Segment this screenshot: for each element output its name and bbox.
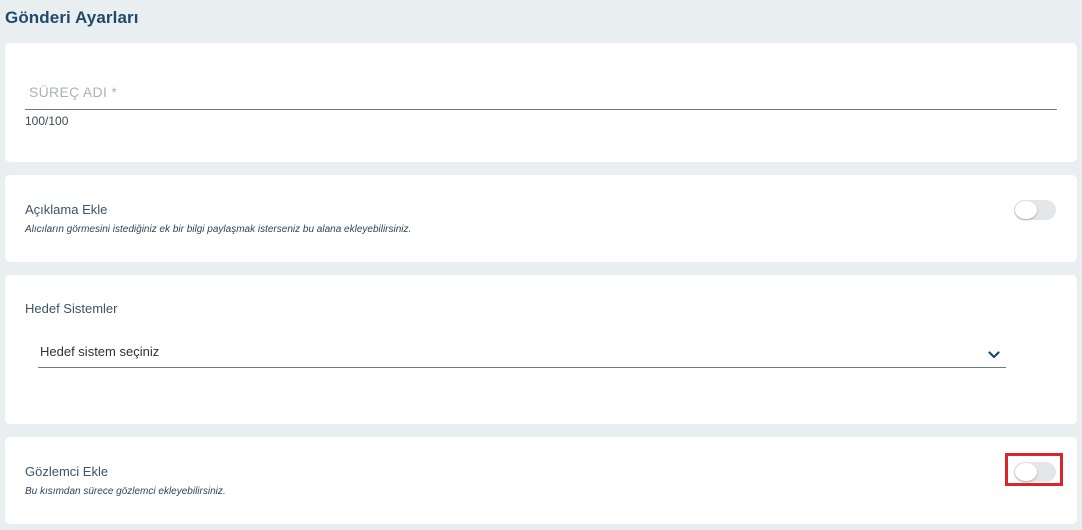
toggle-knob [1015,463,1037,481]
chevron-down-icon [988,351,1000,359]
description-label: Açıklama Ekle [25,202,108,217]
observer-help-text: Bu kısımdan sürece gözlemci ekleyebilirs… [25,486,226,497]
target-systems-card: Hedef Sistemler Hedef sistem seçiniz [5,275,1077,424]
process-name-input[interactable] [25,76,1061,108]
observer-label: Gözlemci Ekle [25,464,109,479]
observer-toggle[interactable] [1014,462,1056,482]
description-card: Açıklama Ekle Alıcıların görmesini isted… [5,175,1077,262]
character-counter: 100/100 [25,114,69,128]
description-toggle[interactable] [1014,200,1056,220]
process-name-card: 100/100 [5,43,1077,162]
description-help-text: Alıcıların görmesini istediğiniz ek bir … [25,224,412,235]
toggle-knob [1015,201,1037,219]
target-systems-selected-value: Hedef sistem seçiniz [40,344,160,359]
target-systems-select[interactable]: Hedef sistem seçiniz [38,333,1006,368]
target-systems-label: Hedef Sistemler [25,301,118,316]
process-name-field [25,76,1061,110]
observer-card: Gözlemci Ekle Bu kısımdan sürece gözlemc… [5,437,1077,524]
shipment-settings-page: Gönderi Ayarları 100/100 Açıklama Ekle A… [0,0,1082,530]
page-title: Gönderi Ayarları [5,8,139,27]
